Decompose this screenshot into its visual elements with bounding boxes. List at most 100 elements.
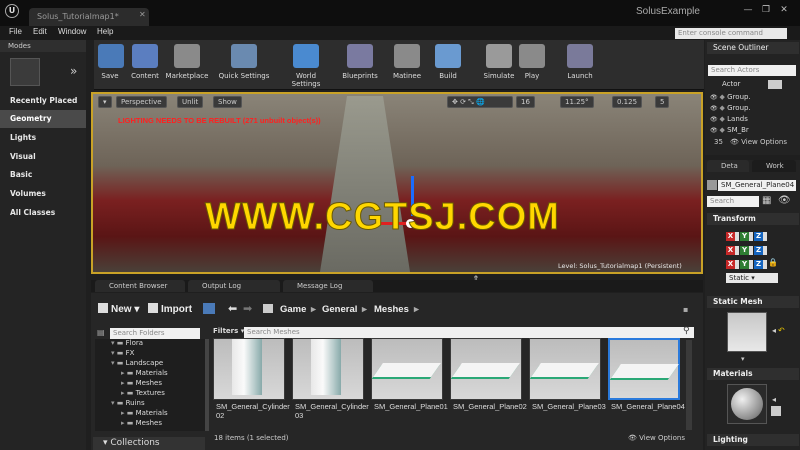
grid-view-icon[interactable]: ▦ bbox=[762, 195, 771, 206]
asset-tile[interactable] bbox=[529, 338, 601, 400]
filters-button[interactable]: Filters ▾ bbox=[213, 327, 244, 335]
transform-value-box[interactable] bbox=[763, 246, 767, 255]
actor-name-field[interactable]: SM_General_Plane04 bbox=[718, 180, 796, 191]
transform-y-field[interactable]: Y bbox=[740, 260, 749, 269]
collections-header[interactable]: ▾ Collections bbox=[93, 437, 205, 450]
toolbar-save-button[interactable]: Save bbox=[98, 42, 124, 88]
transform-z-field[interactable]: Z bbox=[754, 246, 763, 255]
outliner-row[interactable]: 👁 ◆ SM_Br bbox=[710, 126, 749, 134]
more-modes-icon[interactable]: » bbox=[70, 64, 77, 78]
lighting-section[interactable]: Lighting bbox=[707, 434, 799, 446]
asset-scrollbar[interactable] bbox=[686, 340, 692, 430]
folder-tree-item[interactable]: ▸ ▬ Textures bbox=[121, 389, 165, 397]
forward-arrow-icon[interactable]: ➡ bbox=[243, 302, 252, 315]
folder-tree-item[interactable]: ▾ ▬ FX bbox=[111, 349, 134, 357]
tab-details[interactable]: Deta bbox=[707, 160, 749, 172]
rotation-snap-value[interactable]: 11.25° bbox=[560, 96, 594, 108]
menu-window[interactable]: Window bbox=[58, 27, 86, 36]
close-tab-icon[interactable]: ✕ bbox=[139, 10, 146, 19]
asset-tile[interactable] bbox=[292, 338, 364, 400]
toolbar-world-settings-button[interactable]: World Settings bbox=[281, 42, 331, 88]
actor-column[interactable]: Actor bbox=[722, 80, 740, 88]
asset-tile[interactable] bbox=[608, 338, 680, 400]
folder-tree-item[interactable]: ▸ ▬ Materials bbox=[121, 409, 168, 417]
search-actors-input[interactable]: Search Actors bbox=[708, 65, 796, 76]
asset-tile[interactable] bbox=[450, 338, 522, 400]
transform-value-box[interactable] bbox=[763, 260, 767, 269]
outliner-row[interactable]: 👁 ◆ Group. bbox=[710, 93, 751, 101]
show-button[interactable]: Show bbox=[213, 96, 242, 108]
toolbar-blueprints-button[interactable]: Blueprints bbox=[340, 42, 380, 88]
console-input[interactable]: Enter console command bbox=[675, 28, 787, 39]
browse-material-icon[interactable]: ◂ bbox=[772, 395, 776, 404]
menu-file[interactable]: File bbox=[9, 27, 22, 36]
visibility-eye-icon[interactable]: 👁 bbox=[710, 116, 720, 123]
visibility-eye-icon[interactable]: 👁 bbox=[710, 105, 720, 112]
details-search-input[interactable]: Search bbox=[707, 196, 759, 207]
transform-section[interactable]: Transform bbox=[707, 213, 799, 225]
folder-tree-item[interactable]: ▾ ▬ Landscape bbox=[111, 359, 163, 367]
folder-tree-item[interactable]: ▸ ▬ Meshes bbox=[121, 419, 162, 427]
back-arrow-icon[interactable]: ⬅ bbox=[228, 302, 237, 315]
minimize-icon[interactable]: — bbox=[741, 4, 755, 16]
breadcrumb-game[interactable]: Game bbox=[280, 302, 306, 318]
category-basic[interactable]: Basic bbox=[0, 166, 86, 184]
toolbar-play-button[interactable]: Play bbox=[518, 42, 546, 88]
toolbar-launch-button[interactable]: Launch bbox=[566, 42, 594, 88]
category-geometry[interactable]: Geometry bbox=[0, 110, 86, 128]
toolbar-build-button[interactable]: Build bbox=[435, 42, 461, 88]
transform-y-field[interactable]: Y bbox=[740, 232, 749, 241]
outliner-filter-icon[interactable] bbox=[768, 80, 782, 89]
view-options-button[interactable]: 👁 View Options bbox=[628, 434, 685, 442]
transform-y-field[interactable]: Y bbox=[740, 246, 749, 255]
transform-tools[interactable]: ✥ ⟳ ⤡ 🌐 bbox=[447, 96, 513, 108]
unlit-button[interactable]: Unlit bbox=[177, 96, 204, 108]
place-mode-icon[interactable] bbox=[10, 58, 40, 86]
transform-z-field[interactable]: Z bbox=[754, 260, 763, 269]
search-folders-input[interactable]: Search Folders bbox=[110, 328, 200, 339]
expand-mesh-icon[interactable]: ▾ bbox=[741, 355, 745, 363]
category-lights[interactable]: Lights bbox=[0, 129, 86, 147]
breadcrumb-general[interactable]: General bbox=[322, 302, 357, 318]
tree-scrollbar[interactable] bbox=[205, 339, 209, 431]
transform-value-box[interactable] bbox=[735, 260, 739, 269]
tab-message-log[interactable]: Message Log bbox=[283, 280, 373, 292]
transform-value-box[interactable] bbox=[763, 232, 767, 241]
level-tab[interactable]: Solus_Tutorialmap1* bbox=[29, 8, 149, 26]
asset-tile[interactable] bbox=[213, 338, 285, 400]
transform-value-box[interactable] bbox=[749, 232, 753, 241]
static-mesh-section[interactable]: Static Mesh bbox=[707, 296, 799, 308]
toolbar-content-button[interactable]: Content bbox=[128, 42, 162, 88]
asset-tile[interactable] bbox=[371, 338, 443, 400]
material-browse-icon[interactable] bbox=[771, 406, 781, 416]
lock-scale-icon[interactable]: 🔒 bbox=[768, 258, 778, 267]
new-button[interactable]: New ▾ bbox=[111, 302, 139, 318]
outliner-row[interactable]: 👁 ◆ Lands bbox=[710, 115, 748, 123]
folder-tree-item[interactable]: ▸ ▬ Meshes bbox=[121, 379, 162, 387]
import-button[interactable]: Import bbox=[161, 302, 192, 318]
breadcrumb-meshes[interactable]: Meshes bbox=[374, 302, 409, 318]
visibility-eye-icon[interactable]: 👁 bbox=[710, 127, 720, 134]
lock-icon[interactable]: ▪ bbox=[683, 305, 688, 314]
transform-value-box[interactable] bbox=[735, 232, 739, 241]
category-visual[interactable]: Visual bbox=[0, 148, 86, 166]
use-selected-icon[interactable]: ◂ bbox=[772, 326, 776, 335]
toolbar-marketplace-button[interactable]: Marketplace bbox=[164, 42, 210, 88]
folder-tree-item[interactable]: ▾ ▬ Flora bbox=[111, 339, 143, 347]
grid-snap-value[interactable]: 16 bbox=[516, 96, 535, 108]
static-mesh-thumbnail[interactable] bbox=[727, 312, 767, 352]
scale-snap-value[interactable]: 0.125 bbox=[612, 96, 643, 108]
transform-x-field[interactable]: X bbox=[726, 260, 735, 269]
visibility-eye-icon[interactable]: 👁 bbox=[710, 94, 720, 101]
transform-value-box[interactable] bbox=[735, 246, 739, 255]
transform-value-box[interactable] bbox=[749, 246, 753, 255]
transform-value-box[interactable] bbox=[749, 260, 753, 269]
outliner-row[interactable]: 👁 ◆ Group. bbox=[710, 104, 751, 112]
tab-output-log[interactable]: Output Log bbox=[188, 280, 280, 292]
transform-x-field[interactable]: X bbox=[726, 232, 735, 241]
toolbar-quick-settings-button[interactable]: Quick Settings bbox=[217, 42, 271, 88]
viewport-menu-icon[interactable]: ▾ bbox=[98, 96, 112, 108]
tab-content-browser[interactable]: Content Browser bbox=[95, 280, 185, 292]
mobility-select[interactable]: Static ▾ bbox=[726, 273, 778, 283]
category-all-classes[interactable]: All Classes bbox=[0, 204, 86, 222]
